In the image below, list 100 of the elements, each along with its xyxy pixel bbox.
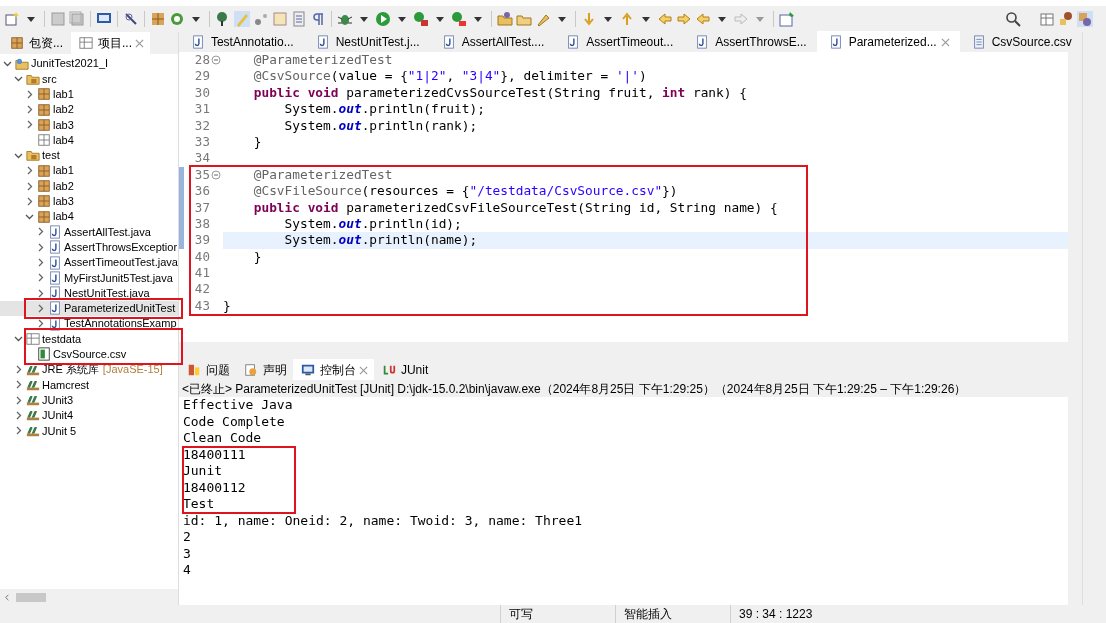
tree-item[interactable]: JUnit4 (0, 407, 178, 424)
declaration-icon (243, 363, 258, 377)
project-icon (15, 56, 29, 71)
tree-item[interactable]: ParameterizedUnitTest (0, 300, 178, 317)
pilcrow-icon[interactable] (310, 11, 326, 27)
package-icon (37, 117, 51, 132)
line-number: 33 (194, 133, 210, 151)
line-number: 38 (194, 215, 210, 233)
tree-item[interactable]: lab3 (0, 193, 178, 209)
console-output-line: 3 (182, 545, 192, 562)
line-number: 42 (194, 281, 210, 298)
search-icon[interactable] (1005, 11, 1021, 27)
code-line: @ParameterizedTest (252, 166, 394, 184)
java-ee-icon[interactable] (1058, 11, 1074, 27)
perspective-icon[interactable] (1039, 11, 1055, 27)
panel-tab[interactable]: 项目... (71, 32, 151, 54)
editor-tab[interactable]: TestAnnotatio... (178, 31, 304, 53)
java-file-icon (695, 35, 710, 49)
line-number: 35 (194, 166, 210, 184)
java-perspective-icon[interactable] (1077, 11, 1093, 27)
package-icon (37, 179, 51, 193)
tree-item[interactable]: lab3 (0, 117, 178, 133)
line-number: 43 (194, 297, 210, 315)
java-file-icon (48, 316, 62, 331)
editor-tab[interactable]: CsvSource.csv (959, 31, 1082, 53)
status-field: 39 : 34 : 1223 (730, 605, 850, 623)
tree-item[interactable]: src (0, 71, 178, 87)
console-output-line: 4 (182, 562, 192, 579)
console-output-line: Effective Java (182, 397, 294, 414)
line-number: 30 (194, 84, 210, 102)
grid-icon[interactable] (150, 11, 166, 27)
junit-icon (381, 363, 396, 377)
tree-item[interactable]: test (0, 147, 178, 164)
tree-item[interactable]: lab4 (0, 132, 178, 148)
run-icon[interactable] (375, 11, 391, 27)
library-icon (26, 393, 40, 408)
source-folder-icon (26, 148, 40, 163)
tree-item[interactable]: AssertTimeoutTest.java (0, 254, 178, 271)
scrollbar-thumb[interactable] (16, 592, 46, 602)
close-icon[interactable] (940, 37, 950, 47)
java-file-icon (566, 35, 581, 49)
code-line: } (252, 133, 263, 151)
console-output-line: id: 1, name: Oneid: 2, name: Twoid: 3, name: Three1 (182, 512, 584, 529)
console-output-line: 18400112 (182, 479, 247, 496)
console-output-line: Clean Code (182, 430, 263, 447)
tree-item[interactable]: CsvSource.csv (0, 346, 178, 362)
tree-item[interactable]: AssertThrowsExceptior (0, 239, 178, 255)
package-icon (37, 87, 51, 102)
line-number: 32 (194, 117, 210, 134)
tree-item[interactable]: JUnit3 (0, 392, 178, 408)
tree-item[interactable]: lab4 (0, 208, 178, 225)
tree-item[interactable]: Hamcrest (0, 377, 178, 393)
code-line: public void parameterizedCsvFileSourceTest(String id, String name) { (252, 199, 779, 216)
console-output-line: Code Complete (182, 413, 286, 430)
fold-icon[interactable] (210, 169, 221, 180)
folder-icon (79, 36, 93, 50)
line-number: 39 (194, 232, 210, 249)
view-tab[interactable]: JUnit (373, 359, 435, 381)
view-tab[interactable]: 控制台 (292, 359, 374, 381)
tree-item[interactable]: lab2 (0, 178, 178, 194)
editor-tab[interactable]: AssertAllTest.... (429, 31, 555, 53)
java-file-icon (48, 270, 62, 285)
console-output-line: Junit (182, 463, 224, 480)
tree-item[interactable]: lab1 (0, 163, 178, 179)
tree-item[interactable]: JunitTest2021_I (0, 56, 178, 72)
code-line: @ParameterizedTest (252, 52, 394, 69)
open-type-icon[interactable] (497, 11, 513, 27)
tree-item[interactable]: AssertAllTest.java (0, 224, 178, 240)
code-line: } (252, 248, 263, 266)
java-file-icon (315, 35, 330, 49)
tree-item[interactable]: TestAnnotationsExamp (0, 316, 178, 332)
code-line: public void parameterizedCvsSourceTest(String fruit, int rank) { (252, 84, 748, 102)
tree-item[interactable]: testdata (0, 331, 178, 347)
tree-item[interactable]: NestUnitTest.java (0, 285, 178, 301)
editor-tab[interactable]: AssertThrowsE... (683, 31, 817, 53)
console-output-line: 2 (182, 529, 192, 546)
java-file-icon (48, 240, 62, 255)
tree-item[interactable]: lab1 (0, 86, 178, 102)
status-field: 可写 (500, 605, 615, 623)
coverage-icon[interactable] (413, 11, 429, 27)
editor-tab[interactable]: AssertTimeout... (554, 31, 684, 53)
fold-icon[interactable] (210, 55, 221, 66)
pin-editor-icon[interactable] (779, 11, 795, 27)
view-tab[interactable]: 问题 (178, 359, 236, 381)
close-icon[interactable] (358, 365, 368, 375)
editor-tab[interactable]: Parameterized... (816, 31, 960, 53)
tree-item[interactable]: lab2 (0, 101, 178, 118)
line-number: 36 (194, 183, 210, 200)
code-line: System.out.println(rank); (283, 117, 479, 134)
tree-item[interactable]: MyFirstJunit5Test.java (0, 270, 178, 286)
link-icon[interactable] (123, 11, 139, 27)
problems-icon (186, 363, 201, 377)
panel-tab[interactable]: 包资... (2, 32, 69, 54)
tree-item[interactable]: JUnit 5 (0, 423, 178, 439)
scroll-left-icon[interactable] (3, 592, 12, 602)
package-icon (37, 133, 51, 148)
external-tool-icon[interactable] (451, 11, 467, 27)
close-icon[interactable] (135, 38, 145, 48)
editor-tab[interactable]: NestUnitTest.j... (303, 31, 430, 53)
code-line: } (222, 297, 232, 315)
